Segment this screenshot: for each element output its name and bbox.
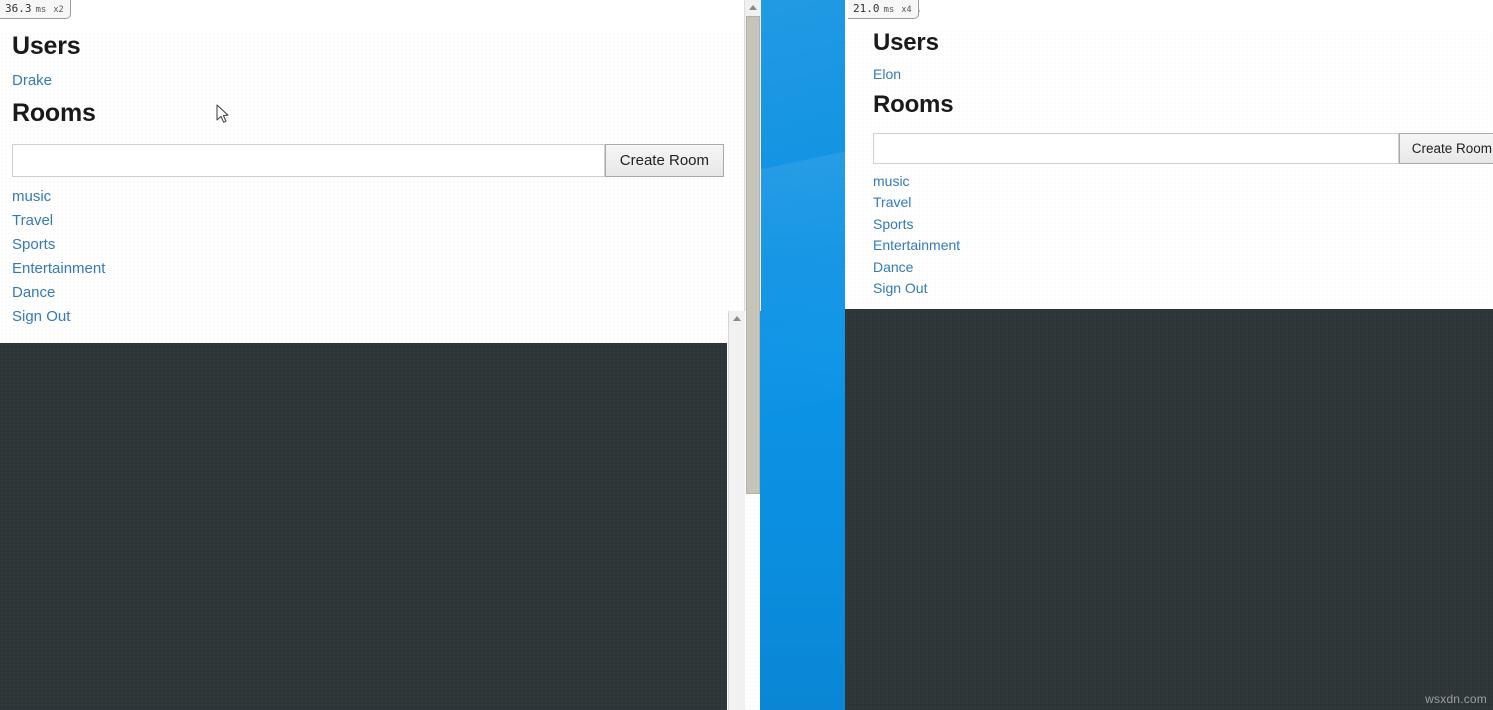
left-browser-panel: Users Drake Rooms Create Room music Trav…	[0, 0, 760, 710]
left-room-link-dance[interactable]: Dance	[12, 281, 724, 305]
left-rooms-heading: Rooms	[12, 99, 96, 127]
left-room-name-input[interactable]	[12, 144, 605, 177]
right-perf-multiplier: x4	[901, 5, 912, 15]
right-room-link-dance[interactable]: Dance	[873, 257, 1493, 279]
right-rooms-list: music Travel Sports Entertainment Dance …	[873, 171, 1493, 300]
left-perf-value: 36.3	[5, 2, 32, 15]
right-create-room-button[interactable]: Create Room	[1398, 132, 1493, 164]
right-room-link-travel[interactable]: Travel	[873, 192, 1493, 214]
left-create-room-row: Create Room	[12, 144, 724, 177]
right-chat-message-area	[845, 309, 1493, 710]
left-chat-message-area	[0, 343, 727, 710]
right-sign-out-link[interactable]: Sign Out	[873, 278, 1493, 300]
left-sign-out-link[interactable]: Sign Out	[12, 305, 724, 329]
right-browser-panel: Users Elon Rooms Create Room music Trave…	[845, 0, 1493, 710]
left-users-heading: Users	[12, 32, 81, 60]
left-users-list: Drake	[12, 69, 724, 93]
right-room-link-entertainment[interactable]: Entertainment	[873, 235, 1493, 257]
left-perf-unit: ms	[35, 5, 47, 15]
site-watermark: wsxdn.com	[1425, 692, 1487, 706]
triangle-up-icon	[733, 316, 741, 321]
right-room-link-music[interactable]: music	[873, 171, 1493, 193]
left-chat-scrollbar[interactable]	[728, 311, 745, 710]
right-user-link-elon[interactable]: Elon	[873, 64, 1493, 86]
right-room-name-input[interactable]	[873, 132, 1399, 164]
left-outer-scrollbar-thumb[interactable]	[746, 16, 760, 494]
right-rooms-heading: Rooms	[873, 90, 954, 118]
chat-scroll-up-arrow-icon[interactable]	[729, 311, 745, 326]
left-room-link-sports[interactable]: Sports	[12, 233, 724, 257]
left-room-link-entertainment[interactable]: Entertainment	[12, 257, 724, 281]
left-rooms-list: music Travel Sports Entertainment Dance …	[12, 185, 724, 329]
right-create-room-row: Create Room	[873, 132, 1493, 164]
right-panel-viewport: Users Elon Rooms Create Room music Trave…	[845, 29, 1493, 710]
left-create-room-button[interactable]: Create Room	[604, 144, 724, 177]
left-room-link-travel[interactable]: Travel	[12, 209, 724, 233]
right-panel-content: Users Elon Rooms Create Room music Trave…	[859, 29, 1493, 300]
left-panel-content: Users Drake Rooms Create Room music Trav…	[0, 32, 742, 329]
right-room-link-sports[interactable]: Sports	[873, 214, 1493, 236]
right-users-list: Elon	[873, 64, 1493, 86]
right-perf-unit: ms	[883, 5, 895, 15]
left-performance-badge[interactable]: 36.3 ms x2	[0, 0, 71, 19]
triangle-up-icon	[749, 5, 757, 10]
left-user-link-drake[interactable]: Drake	[12, 69, 724, 93]
left-panel-viewport: Users Drake Rooms Create Room music Trav…	[0, 32, 760, 710]
right-users-heading: Users	[873, 29, 939, 56]
left-perf-multiplier: x2	[53, 5, 64, 15]
scroll-up-arrow-icon[interactable]	[745, 0, 761, 15]
left-room-link-music[interactable]: music	[12, 185, 724, 209]
right-performance-badge[interactable]: 21.0 ms x4	[848, 0, 919, 19]
right-perf-value: 21.0	[853, 2, 880, 15]
left-outer-scrollbar[interactable]	[744, 0, 761, 494]
